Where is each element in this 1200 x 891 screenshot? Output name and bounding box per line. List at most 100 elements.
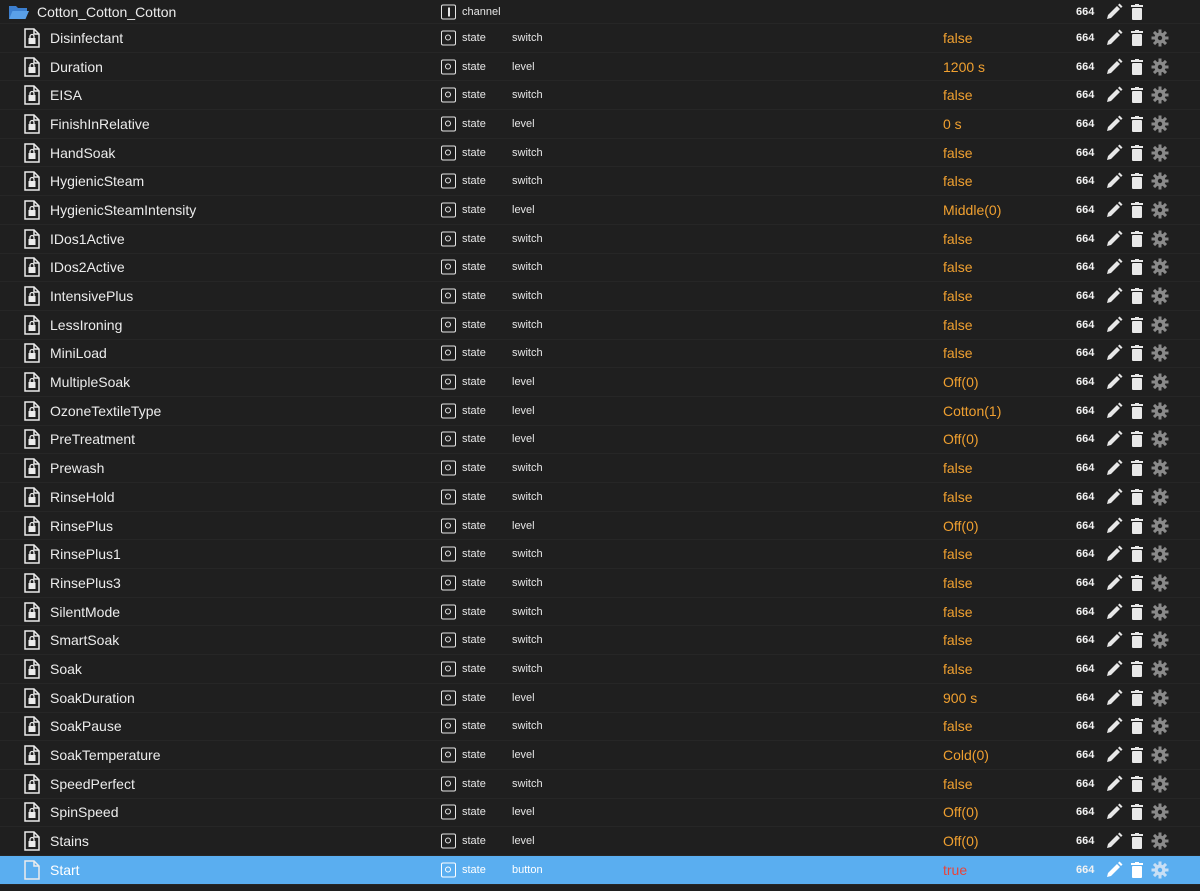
state-value[interactable]: true (943, 862, 967, 878)
delete-icon[interactable] (1131, 660, 1143, 677)
delete-icon[interactable] (1131, 517, 1143, 534)
delete-icon[interactable] (1131, 374, 1143, 391)
gear-icon[interactable] (1151, 574, 1169, 592)
gear-icon[interactable] (1151, 631, 1169, 649)
state-value[interactable]: false (943, 661, 973, 677)
state-value[interactable]: false (943, 632, 973, 648)
state-row[interactable]: IDos2Active state switch false 664 (0, 254, 1200, 283)
edit-icon[interactable] (1105, 430, 1123, 448)
state-row[interactable]: MultipleSoak state level Off(0) 664 (0, 368, 1200, 397)
edit-icon[interactable] (1105, 488, 1123, 506)
edit-icon[interactable] (1105, 201, 1123, 219)
state-value[interactable]: false (943, 546, 973, 562)
edit-icon[interactable] (1105, 58, 1123, 76)
delete-icon[interactable] (1131, 546, 1143, 563)
gear-icon[interactable] (1151, 603, 1169, 621)
state-row[interactable]: RinsePlus1 state switch false 664 (0, 540, 1200, 570)
state-value[interactable]: Cold(0) (943, 747, 989, 763)
state-row[interactable]: RinseHold state switch false 664 (0, 483, 1200, 512)
gear-icon[interactable] (1151, 660, 1169, 678)
state-row[interactable]: RinsePlus state level Off(0) 664 (0, 512, 1200, 541)
state-value[interactable]: false (943, 231, 973, 247)
delete-icon[interactable] (1131, 259, 1143, 276)
edit-icon[interactable] (1105, 660, 1123, 678)
state-row[interactable]: PreTreatment state level Off(0) 664 (0, 426, 1200, 455)
edit-icon[interactable] (1105, 545, 1123, 563)
edit-icon[interactable] (1105, 3, 1123, 21)
delete-icon[interactable] (1131, 775, 1143, 792)
delete-icon[interactable] (1131, 747, 1143, 764)
state-value[interactable]: false (943, 288, 973, 304)
delete-icon[interactable] (1131, 29, 1143, 46)
state-row[interactable]: Stains state level Off(0) 664 (0, 827, 1200, 856)
gear-icon[interactable] (1151, 402, 1169, 420)
state-value[interactable]: false (943, 87, 973, 103)
state-value[interactable]: Cotton(1) (943, 403, 1001, 419)
edit-icon[interactable] (1105, 144, 1123, 162)
edit-icon[interactable] (1105, 717, 1123, 735)
delete-icon[interactable] (1131, 488, 1143, 505)
state-row[interactable]: Prewash state switch false 664 (0, 454, 1200, 483)
gear-icon[interactable] (1151, 775, 1169, 793)
state-row[interactable]: Disinfectant state switch false 664 (0, 24, 1200, 53)
gear-icon[interactable] (1151, 201, 1169, 219)
gear-icon[interactable] (1151, 316, 1169, 334)
folder-open-icon[interactable] (8, 4, 30, 20)
gear-icon[interactable] (1151, 746, 1169, 764)
state-value[interactable]: false (943, 460, 973, 476)
edit-icon[interactable] (1105, 459, 1123, 477)
edit-icon[interactable] (1105, 316, 1123, 334)
delete-icon[interactable] (1131, 861, 1143, 878)
gear-icon[interactable] (1151, 488, 1169, 506)
state-row[interactable]: SpinSpeed state level Off(0) 664 (0, 799, 1200, 828)
gear-icon[interactable] (1151, 459, 1169, 477)
edit-icon[interactable] (1105, 344, 1123, 362)
state-row[interactable]: HygienicSteam state switch false 664 (0, 167, 1200, 197)
state-value[interactable]: 0 s (943, 116, 962, 132)
state-row[interactable]: SmartSoak state switch false 664 (0, 626, 1200, 656)
state-row[interactable]: Duration state level 1200 s 664 (0, 53, 1200, 82)
gear-icon[interactable] (1151, 144, 1169, 162)
state-row[interactable]: EISA state switch false 664 (0, 81, 1200, 111)
edit-icon[interactable] (1105, 373, 1123, 391)
edit-icon[interactable] (1105, 172, 1123, 190)
delete-icon[interactable] (1131, 460, 1143, 477)
state-row[interactable]: Start state button true 664 (0, 855, 1200, 885)
edit-icon[interactable] (1105, 631, 1123, 649)
delete-icon[interactable] (1131, 288, 1143, 305)
state-value[interactable]: false (943, 718, 973, 734)
delete-icon[interactable] (1131, 689, 1143, 706)
edit-icon[interactable] (1105, 574, 1123, 592)
edit-icon[interactable] (1105, 29, 1123, 47)
state-row[interactable]: HygienicSteamIntensity state level Middl… (0, 196, 1200, 225)
state-row[interactable]: IDos1Active state switch false 664 (0, 225, 1200, 254)
gear-icon[interactable] (1151, 86, 1169, 104)
gear-icon[interactable] (1151, 172, 1169, 190)
state-value[interactable]: Off(0) (943, 833, 979, 849)
delete-icon[interactable] (1131, 402, 1143, 419)
folder-row[interactable]: Cotton_Cotton_Cotton channel 664 (0, 0, 1200, 24)
delete-icon[interactable] (1131, 632, 1143, 649)
edit-icon[interactable] (1105, 86, 1123, 104)
state-row[interactable]: Soak state switch false 664 (0, 655, 1200, 684)
gear-icon[interactable] (1151, 373, 1169, 391)
state-row[interactable]: SpeedPerfect state switch false 664 (0, 770, 1200, 799)
gear-icon[interactable] (1151, 258, 1169, 276)
state-row[interactable]: SoakPause state switch false 664 (0, 713, 1200, 742)
delete-icon[interactable] (1131, 431, 1143, 448)
state-row[interactable]: LessIroning state switch false 664 (0, 311, 1200, 340)
state-value[interactable]: Off(0) (943, 374, 979, 390)
state-row[interactable]: SoakDuration state level 900 s 664 (0, 684, 1200, 713)
gear-icon[interactable] (1151, 58, 1169, 76)
delete-icon[interactable] (1131, 201, 1143, 218)
delete-icon[interactable] (1131, 58, 1143, 75)
edit-icon[interactable] (1105, 230, 1123, 248)
state-row[interactable]: HandSoak state switch false 664 (0, 139, 1200, 168)
delete-icon[interactable] (1131, 345, 1143, 362)
gear-icon[interactable] (1151, 717, 1169, 735)
state-row[interactable]: FinishInRelative state level 0 s 664 (0, 110, 1200, 139)
state-value[interactable]: false (943, 776, 973, 792)
state-row[interactable]: OzoneTextileType state level Cotton(1) 6… (0, 397, 1200, 426)
delete-icon[interactable] (1131, 804, 1143, 821)
edit-icon[interactable] (1105, 115, 1123, 133)
